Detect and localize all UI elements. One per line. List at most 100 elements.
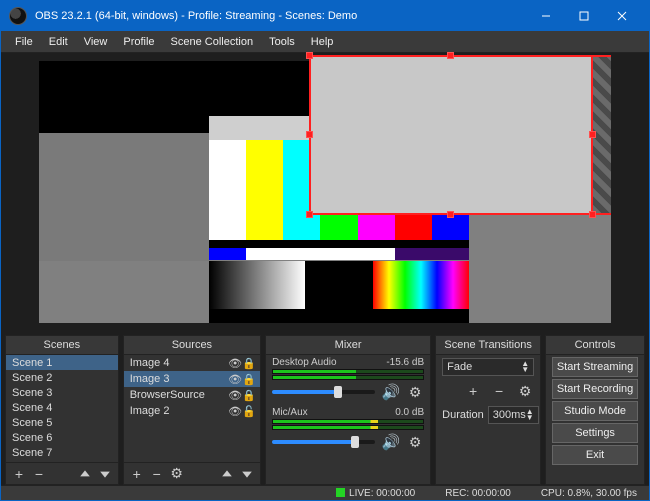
controls-title: Controls [546, 336, 644, 355]
preview-canvas[interactable] [39, 61, 611, 323]
add-icon[interactable]: + [464, 382, 482, 400]
mixer-track: Mic/Aux 0.0 dB 🔊 ⚙ [266, 405, 430, 455]
unlock-icon[interactable]: 🔓 [242, 405, 256, 418]
scenes-panel: Scenes Scene 1 Scene 2 Scene 3 Scene 4 S… [5, 335, 119, 485]
mixer-body: Desktop Audio -15.6 dB 🔊 ⚙ Mic/Aux 0.0 dB … [266, 355, 430, 484]
vu-meter [272, 375, 424, 380]
status-rec: REC: 00:00:00 [445, 488, 511, 499]
move-down-icon[interactable] [238, 465, 256, 483]
maximize-button[interactable] [565, 1, 603, 31]
remove-icon[interactable]: − [490, 382, 508, 400]
source-label: Image 4 [128, 357, 228, 369]
source-item[interactable]: Image 2👁🔓 [124, 403, 260, 419]
add-icon[interactable]: + [10, 465, 28, 483]
scene-item[interactable]: Scene 6 [6, 430, 118, 445]
gear-icon[interactable]: ⚙ [406, 383, 424, 401]
gear-icon[interactable]: ⚙ [406, 433, 424, 451]
visibility-icon[interactable]: 👁 [228, 405, 242, 418]
lock-icon[interactable]: 🔒 [242, 357, 256, 370]
menu-help[interactable]: Help [303, 33, 342, 51]
volume-slider[interactable] [272, 440, 375, 444]
handle-tl[interactable] [306, 52, 313, 59]
gear-icon[interactable]: ⚙ [168, 465, 186, 483]
menu-edit[interactable]: Edit [41, 33, 76, 51]
mixer-track: Desktop Audio -15.6 dB 🔊 ⚙ [266, 355, 430, 405]
handle-br[interactable] [589, 211, 596, 218]
lock-icon[interactable]: 🔒 [242, 389, 256, 402]
volume-slider[interactable] [272, 390, 375, 394]
handle-tm[interactable] [447, 52, 454, 59]
updown-icon: ▲▼ [526, 409, 534, 421]
scene-item[interactable]: Scene 3 [6, 385, 118, 400]
mixer-panel: Mixer Desktop Audio-15.6 dB 🔊 ⚙ Mic/Aux0… [265, 335, 431, 485]
menu-view[interactable]: View [76, 33, 116, 51]
scene-item[interactable]: Scene 8 [6, 460, 118, 462]
app-logo-icon [9, 7, 27, 25]
scene-item[interactable]: Scene 5 [6, 415, 118, 430]
vu-meter [272, 369, 424, 374]
scene-item[interactable]: Scene 1 [6, 355, 118, 370]
vu-meter [272, 425, 424, 430]
track-name: Mic/Aux [272, 407, 308, 418]
move-down-icon[interactable] [96, 465, 114, 483]
handle-ml[interactable] [306, 131, 313, 138]
lock-icon[interactable]: 🔒 [242, 373, 256, 386]
source-label: Image 2 [128, 405, 228, 417]
handle-bl[interactable] [306, 211, 313, 218]
minimize-button[interactable] [527, 1, 565, 31]
transitions-body: Fade ▲▼ + − ⚙ Duration 300ms ▲▼ [436, 355, 540, 484]
source-label: BrowserSource [128, 389, 228, 401]
menu-scene-collection[interactable]: Scene Collection [163, 33, 262, 51]
move-up-icon[interactable] [76, 465, 94, 483]
visibility-icon[interactable]: 👁 [228, 373, 242, 386]
handle-mr[interactable] [589, 131, 596, 138]
remove-icon[interactable]: − [148, 465, 166, 483]
start-streaming-button[interactable]: Start Streaming [552, 357, 638, 377]
transition-select[interactable]: Fade ▲▼ [442, 358, 534, 376]
menu-file[interactable]: File [7, 33, 41, 51]
scene-item[interactable]: Scene 7 [6, 445, 118, 460]
sources-list[interactable]: Image 4👁🔒 Image 3👁🔒 BrowserSource👁🔒 Imag… [124, 355, 260, 462]
live-indicator-icon [336, 488, 345, 497]
remove-icon[interactable]: − [30, 465, 48, 483]
status-bar: LIVE: 00:00:00 REC: 00:00:00 CPU: 0.8%, … [1, 485, 649, 500]
scenes-list[interactable]: Scene 1 Scene 2 Scene 3 Scene 4 Scene 5 … [6, 355, 118, 462]
source-label: Image 3 [128, 373, 228, 385]
gear-icon[interactable]: ⚙ [516, 382, 534, 400]
studio-mode-button[interactable]: Studio Mode [552, 401, 638, 421]
track-db: -15.6 dB [386, 357, 424, 368]
scene-item[interactable]: Scene 4 [6, 400, 118, 415]
source-item[interactable]: BrowserSource👁🔒 [124, 387, 260, 403]
preview-area[interactable] [1, 53, 649, 331]
duration-value: 300ms [493, 409, 526, 421]
window-titlebar: OBS 23.2.1 (64-bit, windows) - Profile: … [1, 1, 649, 31]
visibility-icon[interactable]: 👁 [228, 389, 242, 402]
add-icon[interactable]: + [128, 465, 146, 483]
controls-panel: Controls Start Streaming Start Recording… [545, 335, 645, 485]
handle-bm[interactable] [447, 211, 454, 218]
window-title: OBS 23.2.1 (64-bit, windows) - Profile: … [35, 10, 527, 22]
layer-selected[interactable] [309, 55, 593, 215]
duration-input[interactable]: 300ms ▲▼ [488, 406, 539, 424]
close-button[interactable] [603, 1, 641, 31]
settings-button[interactable]: Settings [552, 423, 638, 443]
speaker-icon[interactable]: 🔊 [381, 383, 400, 401]
track-name: Desktop Audio [272, 357, 337, 368]
scenes-toolbar: + − [6, 462, 118, 484]
docks-row: Scenes Scene 1 Scene 2 Scene 3 Scene 4 S… [1, 331, 649, 485]
sources-title: Sources [124, 336, 260, 355]
scene-item[interactable]: Scene 2 [6, 370, 118, 385]
visibility-icon[interactable]: 👁 [228, 357, 242, 370]
source-item[interactable]: Image 4👁🔒 [124, 355, 260, 371]
start-recording-button[interactable]: Start Recording [552, 379, 638, 399]
track-db: 0.0 dB [395, 407, 424, 418]
transitions-panel: Scene Transitions Fade ▲▼ + − ⚙ Duration… [435, 335, 541, 485]
move-up-icon[interactable] [218, 465, 236, 483]
scenes-title: Scenes [6, 336, 118, 355]
menu-tools[interactable]: Tools [261, 33, 303, 51]
speaker-icon[interactable]: 🔊 [381, 433, 400, 451]
exit-button[interactable]: Exit [552, 445, 638, 465]
menu-profile[interactable]: Profile [115, 33, 162, 51]
source-item[interactable]: Image 3👁🔒 [124, 371, 260, 387]
duration-label: Duration [442, 409, 484, 421]
